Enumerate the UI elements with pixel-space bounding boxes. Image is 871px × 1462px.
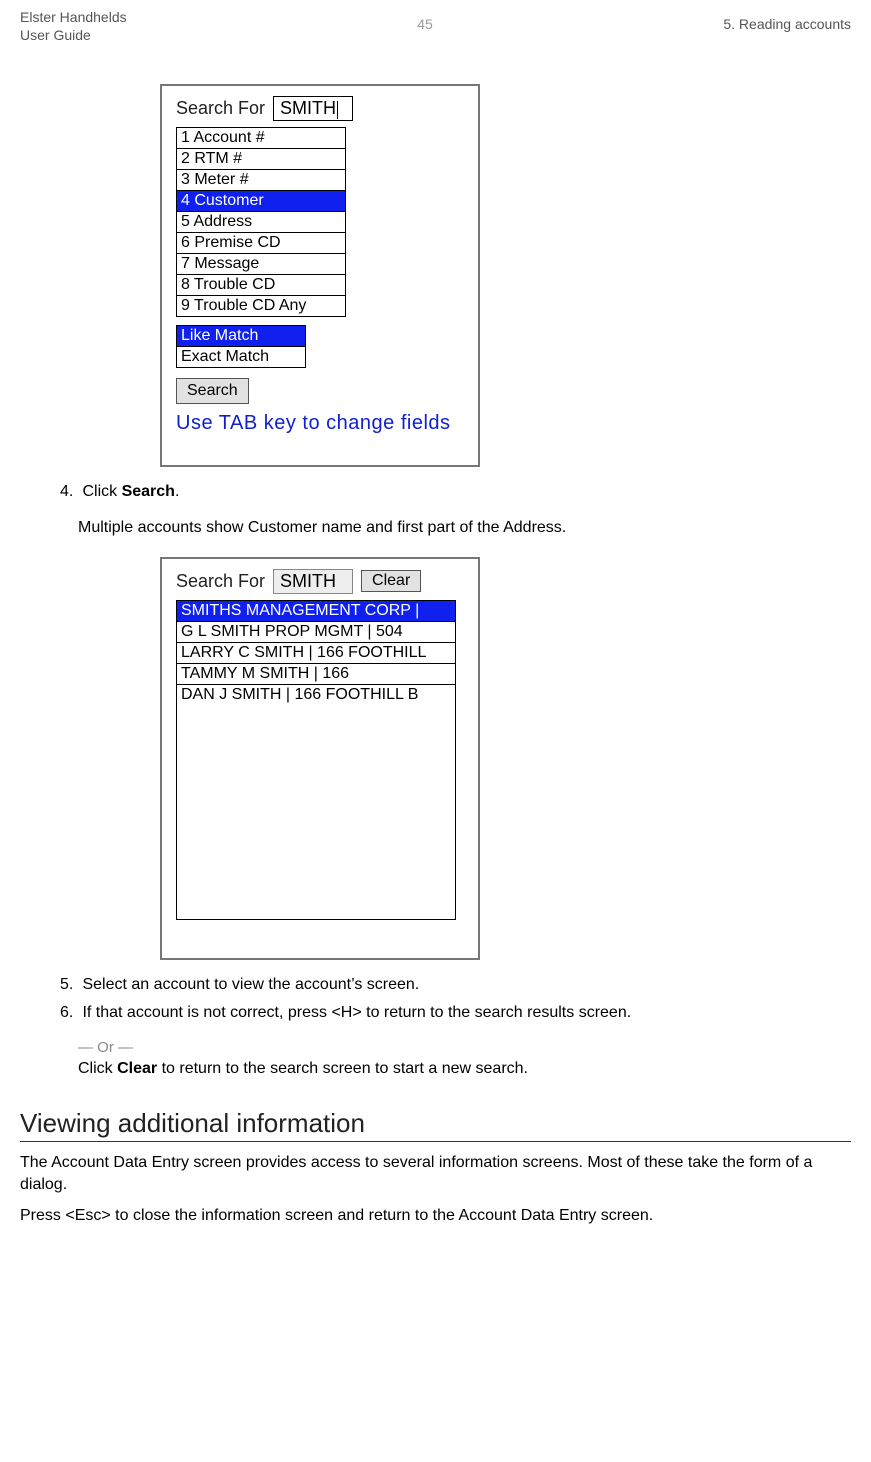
step-6-after-prefix: Click [78,1060,117,1077]
section-p1: The Account Data Entry screen provides a… [20,1152,851,1195]
match-mode-list[interactable]: Like MatchExact Match [176,325,306,368]
step-6-after-suffix: to return to the search screen to start … [157,1060,528,1077]
list-item[interactable]: 7 Message [177,254,345,275]
step-4-number: 4. [60,481,78,503]
step-6: 6. If that account is not correct, press… [60,1002,851,1024]
step-4-text-suffix: . [175,483,179,500]
search-for-label-2: Search For [176,571,265,592]
list-item[interactable]: Like Match [177,326,305,347]
search-for-label: Search For [176,98,265,119]
step-6-number: 6. [60,1002,78,1024]
header-product-line2: User Guide [20,26,127,44]
step-4-followup: Multiple accounts show Customer name and… [78,519,851,537]
step-4: 4. Click Search. [60,481,851,503]
page-header: Elster Handhelds User Guide 45 5. Readin… [20,8,851,44]
list-item[interactable]: 6 Premise CD [177,233,345,254]
step-6-or: — Or — [78,1039,851,1056]
list-item[interactable]: 9 Trouble CD Any [177,296,345,316]
search-results-list[interactable]: SMITHS MANAGEMENT CORP |G L SMITH PROP M… [176,600,456,920]
list-item[interactable]: LARRY C SMITH | 166 FOOTHILL [177,643,455,664]
list-item[interactable]: SMITHS MANAGEMENT CORP | [177,601,455,622]
list-item[interactable]: 5 Address [177,212,345,233]
step-4-bold: Search [122,483,175,500]
list-item[interactable]: 1 Account # [177,128,345,149]
list-item[interactable]: DAN J SMITH | 166 FOOTHILL B [177,685,455,705]
chapter-title: 5. Reading accounts [723,8,851,32]
header-product: Elster Handhelds User Guide [20,8,127,44]
step-5-text: Select an account to view the account’s … [82,976,419,993]
tab-hint: Use TAB key to change fields [176,412,464,435]
section-heading: Viewing additional information [20,1108,851,1142]
search-screen-figure: Search For SMITH 1 Account #2 RTM #3 Met… [160,84,851,467]
search-button[interactable]: Search [176,378,249,404]
list-item[interactable]: 8 Trouble CD [177,275,345,296]
list-item[interactable]: 3 Meter # [177,170,345,191]
list-item[interactable]: Exact Match [177,347,305,367]
step-5-number: 5. [60,974,78,996]
search-input[interactable]: SMITH [273,96,353,121]
step-6-text: If that account is not correct, press <H… [82,1004,631,1021]
step-4-text-prefix: Click [82,483,121,500]
clear-button[interactable]: Clear [361,570,421,592]
step-5: 5. Select an account to view the account… [60,974,851,996]
search-input-readonly: SMITH [273,569,353,594]
list-item[interactable]: 4 Customer [177,191,345,212]
list-item[interactable]: G L SMITH PROP MGMT | 504 [177,622,455,643]
search-field-list[interactable]: 1 Account #2 RTM #3 Meter #4 Customer5 A… [176,127,346,317]
results-screen-figure: Search For SMITH Clear SMITHS MANAGEMENT… [160,557,851,960]
header-product-line1: Elster Handhelds [20,8,127,26]
step-6-after-bold: Clear [117,1060,157,1077]
list-item[interactable]: 2 RTM # [177,149,345,170]
section-p2: Press <Esc> to close the information scr… [20,1205,851,1227]
list-item[interactable]: TAMMY M SMITH | 166 [177,664,455,685]
page-number: 45 [417,8,433,32]
